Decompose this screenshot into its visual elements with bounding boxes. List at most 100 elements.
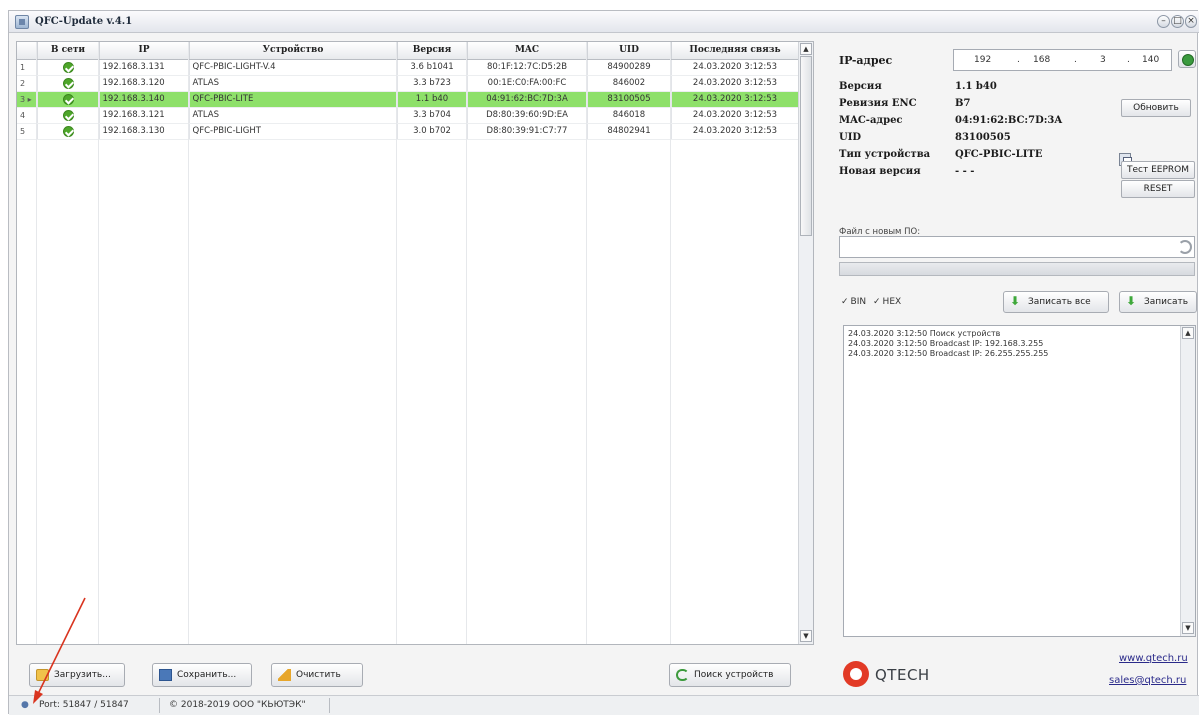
device-grid[interactable]: В сети IP Устройство Версия MAC UID Последняя … (16, 41, 814, 645)
device-type-value: QFC-PBIC-LITE (955, 149, 1043, 160)
cell-last: 24.03.2020 3:12:53 (671, 123, 800, 140)
online-status-cell (37, 123, 100, 140)
cell-uid: 846018 (587, 107, 672, 124)
eeprom-test-button[interactable]: Тест EEPROM (1121, 161, 1195, 179)
online-status-cell (37, 107, 100, 124)
device-row[interactable]: 1 192.168.3.131 QFC-PBIC-LIGHT-V.4 3.6 b104… (17, 59, 800, 76)
ip-octet-4[interactable]: 140 (1142, 55, 1159, 65)
online-status-cell (37, 75, 100, 92)
write-progress-bar (839, 262, 1195, 276)
log-scroll-down-arrow[interactable]: ▼ (1182, 622, 1194, 634)
minimize-button[interactable]: – (1157, 15, 1170, 28)
close-button[interactable]: × (1185, 15, 1197, 28)
cell-ip: 192.168.3.121 (99, 107, 190, 124)
version-value: 1.1 b40 (955, 81, 997, 92)
firmware-file-input[interactable] (839, 236, 1195, 258)
search-devices-label: Поиск устройств (694, 670, 774, 680)
scroll-up-arrow[interactable]: ▲ (800, 43, 812, 55)
qtech-logo: QTECH (843, 661, 973, 691)
cell-uid: 84900289 (587, 59, 672, 76)
cell-num: 3 ▸ (17, 91, 38, 108)
hex-checkbox[interactable]: ✓ HEX (873, 297, 901, 307)
enc-value: B7 (955, 98, 971, 109)
maximize-button[interactable]: □ (1171, 15, 1184, 28)
new-version-label: Новая версия (839, 166, 921, 177)
status-separator (159, 698, 160, 713)
qtech-logo-mark (843, 661, 869, 687)
reset-button[interactable]: RESET (1121, 180, 1195, 198)
log-output[interactable]: 24.03.2020 3:12:50 Поиск устройств 24.03… (843, 325, 1196, 637)
cell-ip: 192.168.3.140 (99, 91, 190, 108)
cell-uid: 846002 (587, 75, 672, 92)
connect-icon[interactable] (1178, 50, 1196, 68)
column-header[interactable]: UID (587, 42, 672, 60)
ip-octet-3[interactable]: 3 (1100, 55, 1106, 65)
cell-uid: 84802941 (587, 123, 672, 140)
online-check-icon (62, 109, 74, 121)
network-icon: ● (21, 700, 29, 710)
cell-device: ATLAS (189, 75, 398, 92)
cell-version: 3.3 b704 (397, 107, 468, 124)
update-button[interactable]: Обновить (1121, 99, 1191, 117)
cell-device: QFC-PBIC-LIGHT-V.4 (189, 59, 398, 76)
status-separator (329, 698, 330, 713)
email-link[interactable]: sales@qtech.ru (1109, 675, 1186, 686)
enc-label: Ревизия ENC (839, 98, 917, 109)
write-all-label: Записать все (1028, 297, 1091, 307)
ip-octet-1[interactable]: 192 (974, 55, 991, 65)
column-header[interactable]: Версия (397, 42, 468, 60)
cell-num: 4 (17, 107, 38, 124)
write-all-arrow-icon: ⬇ (1010, 294, 1021, 308)
window-title: QFC-Update v.4.1 (35, 16, 133, 27)
device-row[interactable]: 4 192.168.3.121 ATLAS 3.3 b704 D8:80:39:60:9… (17, 107, 800, 124)
cell-ip: 192.168.3.130 (99, 123, 190, 140)
column-header[interactable]: IP (99, 42, 190, 60)
column-header[interactable]: В сети (37, 42, 100, 60)
search-devices-button[interactable]: Поиск устройств (669, 663, 791, 687)
clear-button[interactable]: Очистить (271, 663, 363, 687)
cell-mac: 80:1F:12:7C:D5:2B (467, 59, 588, 76)
bin-label: BIN (850, 297, 867, 307)
cell-device: ATLAS (189, 107, 398, 124)
save-button[interactable]: Сохранить... (152, 663, 252, 687)
cell-device: QFC-PBIC-LIGHT (189, 123, 398, 140)
write-all-button[interactable]: ⬇ Записать все (1003, 291, 1109, 313)
device-table: В сети IP Устройство Версия MAC UID Последняя … (17, 42, 800, 140)
broom-icon (278, 669, 291, 681)
scroll-down-arrow[interactable]: ▼ (800, 630, 812, 642)
column-header[interactable]: Последняя связь (671, 42, 800, 60)
cell-num: 5 (17, 123, 38, 140)
device-row[interactable]: 3 ▸ 192.168.3.140 QFC-PBIC-LITE 1.1 b40 04:9… (17, 91, 800, 108)
cell-last: 24.03.2020 3:12:53 (671, 107, 800, 124)
online-status-cell (37, 59, 100, 76)
ip-octet-2[interactable]: 168 (1033, 55, 1050, 65)
online-status-cell (37, 91, 100, 108)
bin-checkbox[interactable]: ✓ BIN (841, 297, 866, 307)
cell-version: 3.3 b723 (397, 75, 468, 92)
column-header[interactable] (17, 42, 38, 60)
device-row[interactable]: 5 192.168.3.130 QFC-PBIC-LIGHT 3.0 b702 D8:8… (17, 123, 800, 140)
device-row[interactable]: 2 192.168.3.120 ATLAS 3.3 b723 00:1E:C0:FA:0… (17, 75, 800, 92)
log-scroll-up-arrow[interactable]: ▲ (1182, 327, 1194, 339)
scroll-thumb[interactable] (800, 56, 812, 236)
cell-device: QFC-PBIC-LITE (189, 91, 398, 108)
cell-last: 24.03.2020 3:12:53 (671, 59, 800, 76)
online-check-icon (62, 125, 74, 137)
column-header[interactable]: MAC (467, 42, 588, 60)
write-button[interactable]: ⬇ Записать (1119, 291, 1197, 313)
log-line: 24.03.2020 3:12:50 Поиск устройств (848, 329, 1001, 338)
clear-button-label: Очистить (296, 670, 341, 680)
log-line: 24.03.2020 3:12:50 Broadcast IP: 26.255.… (848, 349, 1049, 358)
title-bar: QFC-Update v.4.1 – □ × (9, 11, 1199, 33)
cell-ip: 192.168.3.131 (99, 59, 190, 76)
log-scrollbar[interactable]: ▲ ▼ (1180, 326, 1195, 636)
cell-mac: 04:91:62:BC:7D:3A (467, 91, 588, 108)
browse-icon[interactable] (1178, 240, 1192, 254)
grid-scrollbar[interactable]: ▲ ▼ (798, 42, 813, 644)
status-bar: ● Port: 51847 / 51847 © 2018-2019 ООО "К… (9, 695, 1199, 715)
website-link[interactable]: www.qtech.ru (1119, 653, 1188, 664)
column-header[interactable]: Устройство (189, 42, 398, 60)
cell-uid: 83100505 (587, 91, 672, 108)
floppy-icon (159, 669, 172, 681)
ip-address-input[interactable]: 192 . 168 . 3 . 140 (953, 49, 1172, 71)
